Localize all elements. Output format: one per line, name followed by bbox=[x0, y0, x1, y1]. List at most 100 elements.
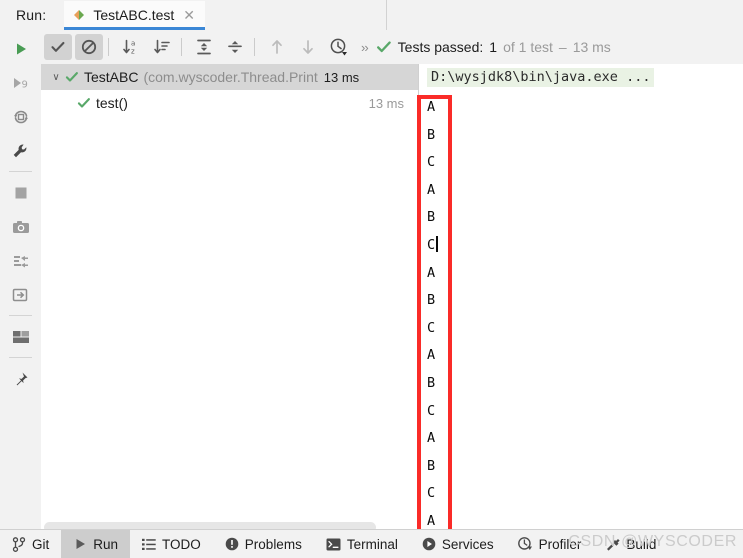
check-icon bbox=[77, 96, 91, 110]
terminal-icon bbox=[326, 538, 341, 550]
watermark-text: CSDN @WYSCODER bbox=[568, 533, 737, 550]
rail-separator bbox=[9, 171, 32, 172]
export-test-results-button[interactable] bbox=[6, 280, 36, 310]
test-class-row[interactable]: ∨ TestABC (com.wyscoder.Thread.Print 13 … bbox=[41, 64, 418, 90]
console-line-text: C bbox=[427, 236, 436, 253]
edit-configurations-button[interactable] bbox=[6, 136, 36, 166]
tab-label: TestABC.test bbox=[93, 7, 175, 23]
statusbar-item-services[interactable]: Services bbox=[410, 530, 506, 558]
toggle-auto-test-button[interactable] bbox=[6, 102, 36, 132]
console-output-line: A bbox=[427, 425, 438, 453]
console-output-line: B bbox=[427, 204, 438, 232]
sort-alpha-icon: a z bbox=[123, 40, 135, 55]
sort-alphabetically-button[interactable]: a z bbox=[117, 34, 145, 60]
arrow-up-icon bbox=[272, 40, 282, 54]
rerun-button[interactable] bbox=[6, 34, 36, 64]
svg-text:9: 9 bbox=[21, 80, 27, 91]
statusbar-item-todo[interactable]: TODO bbox=[130, 530, 213, 558]
bottom-status-bar: Git Run TODO Problems Terminal Services … bbox=[0, 529, 743, 558]
test-method-row[interactable]: test() 13 ms bbox=[41, 90, 418, 116]
text-caret bbox=[436, 235, 438, 252]
run-tool-window-label: Run: bbox=[16, 7, 47, 23]
camera-icon bbox=[12, 221, 29, 233]
console-output-line: B bbox=[427, 122, 438, 150]
stop-square-icon bbox=[15, 187, 26, 199]
expand-all-button[interactable] bbox=[190, 34, 218, 60]
rail-separator bbox=[9, 315, 32, 316]
statusbar-left-edge bbox=[0, 530, 12, 558]
console-line-text: C bbox=[427, 402, 436, 419]
console-output-line: C bbox=[427, 315, 438, 343]
sort-by-duration-button[interactable] bbox=[148, 34, 176, 60]
previous-failed-test-button[interactable] bbox=[263, 34, 291, 60]
console-line-text: B bbox=[427, 457, 436, 474]
export-icon bbox=[12, 288, 28, 302]
pin-tab-button[interactable] bbox=[6, 364, 36, 394]
show-ignored-toggle[interactable] bbox=[75, 34, 103, 60]
check-icon bbox=[65, 70, 79, 84]
check-icon bbox=[51, 41, 65, 52]
git-branch-icon bbox=[12, 536, 26, 552]
console-output-line: C bbox=[427, 480, 438, 508]
layout-settings-button[interactable] bbox=[6, 322, 36, 352]
console-line-text: A bbox=[427, 512, 436, 529]
test-status-summary: Tests passed: 1 of 1 test – 13 ms bbox=[376, 39, 611, 55]
console-output-line: B bbox=[427, 453, 438, 481]
rerun-failed-tests-button[interactable]: 9 bbox=[6, 68, 36, 98]
rerun-failed-icon: 9 bbox=[13, 78, 27, 91]
console-output-line: A bbox=[427, 177, 438, 205]
status-dash: – bbox=[558, 39, 567, 55]
test-duration-label: 13 ms bbox=[572, 39, 611, 55]
console-line-text: B bbox=[427, 374, 436, 391]
dump-threads-button[interactable] bbox=[6, 246, 36, 276]
screenshot-button[interactable] bbox=[6, 212, 36, 242]
console-output-line: A bbox=[427, 94, 438, 122]
junit-test-icon bbox=[72, 8, 86, 22]
collapse-all-button[interactable] bbox=[221, 34, 249, 60]
statusbar-item-run[interactable]: Run bbox=[61, 530, 131, 558]
console-line-text: B bbox=[427, 209, 436, 226]
pin-icon bbox=[16, 372, 28, 385]
console-output-line: C bbox=[427, 232, 438, 260]
services-icon bbox=[422, 537, 436, 551]
statusbar-label-git: Git bbox=[32, 536, 50, 552]
tab-testabc-test[interactable]: TestABC.test ✕ bbox=[64, 0, 206, 30]
statusbar-label-problems: Problems bbox=[244, 536, 302, 552]
svg-text:z: z bbox=[131, 47, 135, 55]
run-play-icon bbox=[76, 539, 86, 549]
statusbar-label-run: Run bbox=[93, 536, 119, 552]
layout-icon bbox=[12, 331, 29, 343]
dump-threads-icon bbox=[13, 256, 28, 268]
test-runner-toolbar: a z ›› Tests passed: 1 of 1 test – 13 ms bbox=[41, 30, 743, 65]
toolbar-separator bbox=[254, 38, 255, 56]
console-line-text: C bbox=[427, 154, 436, 171]
console-output-line: C bbox=[427, 398, 438, 426]
console-output[interactable]: D:\wysjdk8\bin\java.exe ... ABCABCABCABC… bbox=[419, 64, 743, 538]
statusbar-item-problems[interactable]: Problems bbox=[213, 530, 314, 558]
auto-test-icon bbox=[13, 110, 28, 124]
statusbar-label-terminal: Terminal bbox=[346, 536, 398, 552]
test-history-button[interactable] bbox=[325, 34, 353, 60]
console-line-text: B bbox=[427, 292, 436, 309]
test-class-package: (com.wyscoder.Thread.Print bbox=[143, 69, 318, 85]
ignored-icon bbox=[81, 39, 97, 55]
toolbar-separator bbox=[108, 38, 109, 56]
next-failed-test-button[interactable] bbox=[294, 34, 322, 60]
check-icon bbox=[376, 41, 391, 53]
chevron-down-icon[interactable]: ∨ bbox=[49, 72, 63, 83]
statusbar-item-terminal[interactable]: Terminal bbox=[314, 530, 410, 558]
stop-button[interactable] bbox=[6, 178, 36, 208]
show-passed-toggle[interactable] bbox=[44, 34, 72, 60]
console-output-lines: ABCABCABCABCABCA bbox=[427, 94, 438, 536]
test-results-tree[interactable]: ∨ TestABC (com.wyscoder.Thread.Print 13 … bbox=[41, 64, 418, 530]
console-output-line: A bbox=[427, 342, 438, 370]
toolbar-overflow-button[interactable]: ›› bbox=[361, 40, 369, 55]
close-icon[interactable]: ✕ bbox=[181, 8, 197, 22]
statusbar-label-todo: TODO bbox=[162, 536, 201, 552]
test-class-duration: 13 ms bbox=[323, 69, 360, 85]
test-method-duration: 13 ms bbox=[368, 95, 404, 111]
console-line-text: C bbox=[427, 319, 436, 336]
history-clock-icon bbox=[330, 38, 347, 56]
sort-duration-icon bbox=[154, 39, 170, 54]
console-line-text: C bbox=[427, 485, 436, 502]
